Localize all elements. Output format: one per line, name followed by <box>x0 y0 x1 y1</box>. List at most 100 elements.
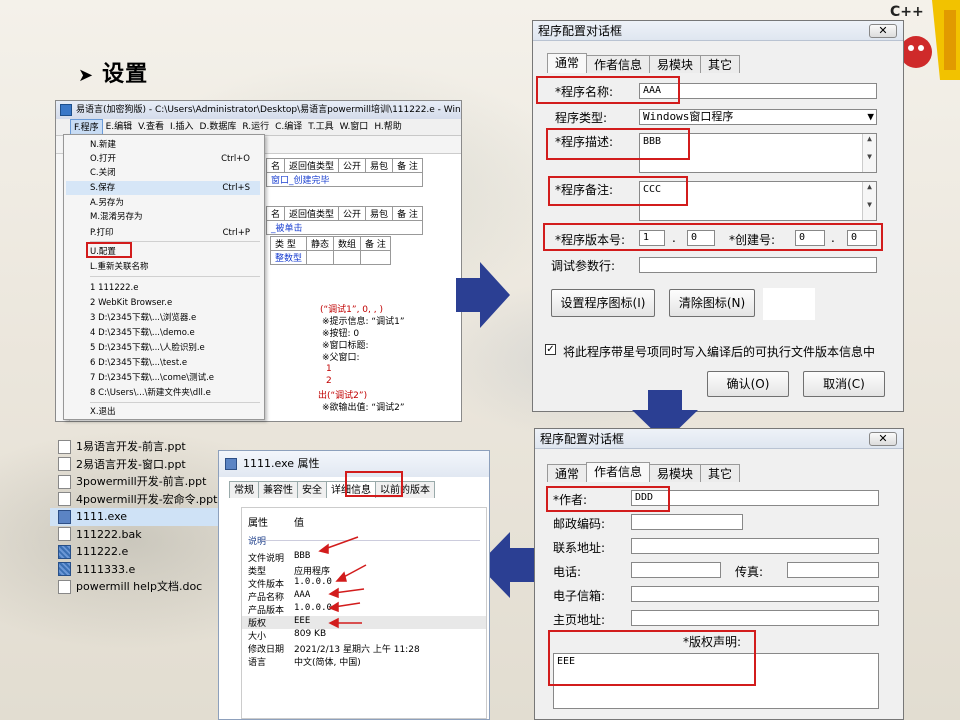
menu-item-recent-3[interactable]: 3 D:\2345下载\...\浏览器.e <box>90 311 260 325</box>
list-item[interactable]: powermill help文档.doc <box>50 578 220 596</box>
tab-modules[interactable]: 易模块 <box>649 55 702 73</box>
menu-item-recent-5[interactable]: 5 D:\2345下载\...\人脸识别.e <box>90 341 260 355</box>
menu-edit[interactable]: E.编辑 <box>103 119 136 135</box>
menu-tools[interactable]: T.工具 <box>305 119 336 135</box>
menu-item-new[interactable]: N.新建 <box>90 138 260 152</box>
column-header: 属性 <box>248 518 268 529</box>
menu-insert[interactable]: I.插入 <box>167 119 197 135</box>
menu-item-label: X.退出 <box>90 407 116 417</box>
ok-button[interactable]: 确认(O) <box>707 371 789 397</box>
svg-text:C++: C++ <box>890 4 924 20</box>
list-item[interactable]: 1111.exe <box>50 508 220 526</box>
ppt-file-icon <box>58 457 71 472</box>
menu-item-recent-8[interactable]: 8 C:\Users\...\新建文件夹\dll.e <box>90 386 260 400</box>
email-field[interactable] <box>631 586 879 602</box>
menu-view[interactable]: V.查看 <box>135 119 167 135</box>
menu-item-save-as[interactable]: A.另存为 <box>90 196 260 210</box>
menu-item-save[interactable]: S.保存 Ctrl+S <box>66 181 260 195</box>
list-item[interactable]: 4powermill开发-宏命令.ppt <box>50 491 220 509</box>
close-icon[interactable]: ✕ <box>869 432 897 446</box>
fax-field[interactable] <box>787 562 879 578</box>
tab-author-info[interactable]: 作者信息 <box>586 462 651 482</box>
table-header: 备 注 <box>360 236 391 251</box>
list-item[interactable]: 3powermill开发-前言.ppt <box>50 473 220 491</box>
subroutine-table-2: 名 返回值类型 公开 易包 备 注 _被单击 <box>265 206 423 235</box>
list-item[interactable]: 1易语言开发-前言.ppt <box>50 438 220 456</box>
phone-field[interactable] <box>631 562 721 578</box>
menu-window[interactable]: W.窗口 <box>337 119 372 135</box>
menu-run[interactable]: R.运行 <box>239 119 272 135</box>
ppt-file-icon <box>58 474 71 489</box>
menu-item-recent-2[interactable]: 2 WebKit Browser.e <box>90 296 260 310</box>
code-line: 2 <box>326 376 332 386</box>
tab-general[interactable]: 通常 <box>547 53 588 73</box>
set-icon-button[interactable]: 设置程序图标(I) <box>551 289 655 317</box>
menu-item-obfuscate-save-as[interactable]: M.混淆另存为 <box>90 210 260 224</box>
menu-item-close[interactable]: C.关闭 <box>90 166 260 180</box>
homepage-label: 主页地址: <box>553 613 606 627</box>
menu-item-recent-6[interactable]: 6 D:\2345下载\...\test.e <box>90 356 260 370</box>
menu-help[interactable]: H.帮助 <box>371 119 404 135</box>
tab-author-info[interactable]: 作者信息 <box>586 55 651 73</box>
property-key: 文件版本 <box>248 580 285 590</box>
file-list: 1易语言开发-前言.ppt 2易语言开发-窗口.ppt 3powermill开发… <box>50 438 220 612</box>
menu-program[interactable]: F.程序 <box>70 119 103 135</box>
tab-general[interactable]: 常规 <box>229 481 259 498</box>
doc-file-icon <box>58 579 71 594</box>
version-info-checkbox[interactable]: ✓ <box>545 344 556 355</box>
menu-database[interactable]: D.数据库 <box>197 119 240 135</box>
dialog-title: 程序配置对话框 <box>540 432 625 446</box>
file-name: 2易语言开发-窗口.ppt <box>76 457 186 471</box>
program-type-select[interactable]: Windows窗口程序 ▼ <box>639 109 877 125</box>
triangle-bullet-icon: ➤ <box>78 65 95 86</box>
ppt-file-icon <box>58 439 71 454</box>
list-item[interactable]: 2易语言开发-窗口.ppt <box>50 456 220 474</box>
list-item[interactable]: 1111333.e <box>50 561 220 579</box>
table-row[interactable]: 整数型 <box>269 250 308 265</box>
variable-table: 类 型 静态 数组 备 注 整数型 <box>269 236 391 265</box>
tab-compatibility[interactable]: 兼容性 <box>258 481 298 498</box>
close-icon[interactable]: ✕ <box>869 24 897 38</box>
homepage-field[interactable] <box>631 610 879 626</box>
menu-item-relink-names[interactable]: L.重新关联名称 <box>90 260 260 274</box>
cancel-button[interactable]: 取消(C) <box>803 371 885 397</box>
menu-item-open[interactable]: O.打开 Ctrl+O <box>90 152 260 166</box>
table-row[interactable]: _被单击 <box>266 220 423 235</box>
highlight-version <box>543 223 883 251</box>
table-header: 备 注 <box>392 158 423 173</box>
menu-item-recent-1[interactable]: 1 111222.e <box>90 281 260 295</box>
chevron-down-icon[interactable]: ▼ <box>867 110 874 124</box>
menu-item-recent-4[interactable]: 4 D:\2345下载\...\demo.e <box>90 326 260 340</box>
ppt-file-icon <box>58 492 71 507</box>
tab-other[interactable]: 其它 <box>700 464 741 482</box>
address-field[interactable] <box>631 538 879 554</box>
menu-item-exit[interactable]: X.退出 <box>90 405 260 419</box>
scrollbar[interactable]: ▲ ▼ <box>862 134 876 172</box>
list-item[interactable]: 111222.bak <box>50 526 220 544</box>
file-name: 1111333.e <box>76 562 136 576</box>
tab-modules[interactable]: 易模块 <box>649 464 702 482</box>
scrollbar[interactable]: ▲ ▼ <box>862 182 876 220</box>
file-name: 111222.bak <box>76 527 142 541</box>
postcode-field[interactable] <box>631 514 743 530</box>
table-row: 修改日期 2021/2/13 星期六 上午 11:28 <box>248 642 420 655</box>
phone-label: 电话: <box>553 565 582 579</box>
table-header: 易包 <box>365 206 394 221</box>
menu-separator <box>90 276 260 277</box>
tab-other[interactable]: 其它 <box>700 55 741 73</box>
list-item[interactable]: 111222.e <box>50 543 220 561</box>
file-name: 1易语言开发-前言.ppt <box>76 440 186 453</box>
column-header: 值 <box>294 518 304 529</box>
clear-icon-button[interactable]: 清除图标(N) <box>669 289 755 317</box>
editor-titlebar: 易语言(加密狗版) - C:\Users\Administrator\Deskt… <box>56 101 461 119</box>
debug-param-field[interactable] <box>639 257 877 273</box>
menu-compile[interactable]: C.编译 <box>272 119 305 135</box>
code-line: ※父窗口: <box>322 353 360 363</box>
tab-security[interactable]: 安全 <box>297 481 327 498</box>
tab-general[interactable]: 通常 <box>547 464 588 482</box>
table-header: 类 型 <box>269 236 308 251</box>
table-row[interactable]: 窗口_创建完毕 <box>266 172 423 187</box>
property-key: 语言 <box>248 658 267 668</box>
menu-item-recent-7[interactable]: 7 D:\2345下载\...\come\测试.e <box>90 371 260 385</box>
menu-item-print[interactable]: P.打印 Ctrl+P <box>90 226 260 240</box>
